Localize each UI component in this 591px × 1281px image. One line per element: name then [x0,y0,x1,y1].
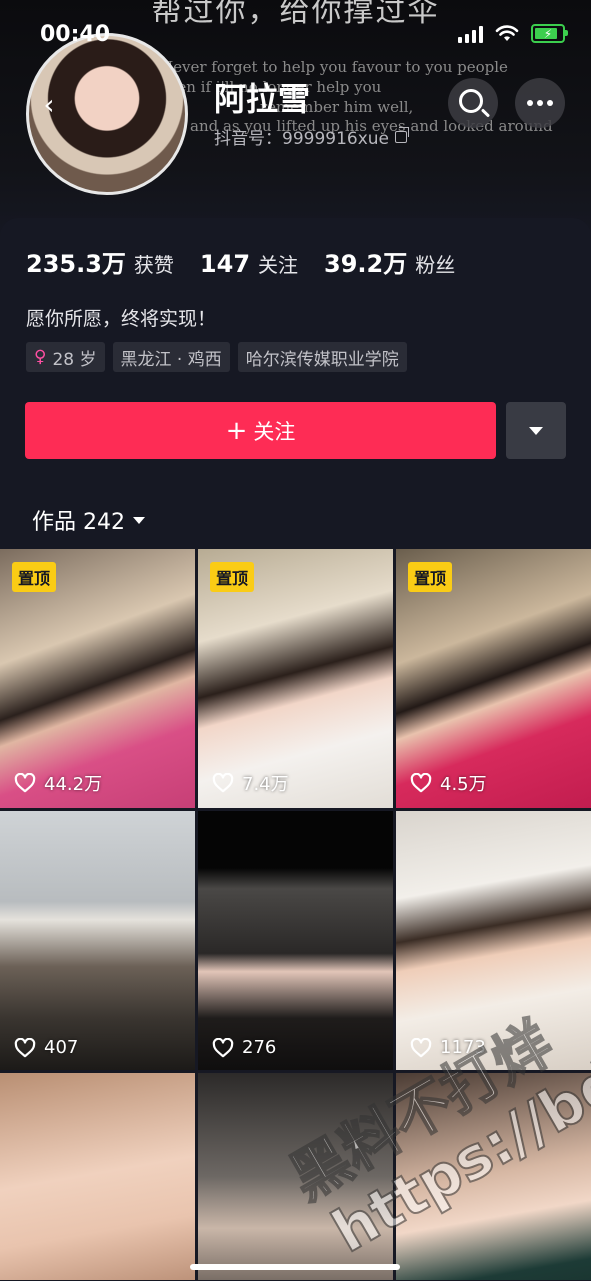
pinned-badge: 置顶 [210,562,255,592]
tag-text: 28 岁 [52,349,97,370]
stat-value: 235.3万 [26,250,126,278]
like-count-text: 1173 [440,1037,486,1058]
works-tab[interactable]: 作品 242 [32,504,145,536]
like-count: 407 [14,1037,78,1058]
video-thumbnail[interactable]: 置顶 44.2万 [0,549,195,808]
like-count: 44.2万 [14,770,102,796]
status-icons: ⚡ [458,24,568,43]
stat-likes: 235.3万 获赞 [26,244,174,279]
like-count-text: 7.4万 [242,774,289,795]
status-time: 00:40 [40,22,111,47]
back-button[interactable]: ‹ [34,86,64,122]
tag-school[interactable]: 哈尔滨传媒职业学院 [237,342,407,372]
like-count: 276 [212,1037,276,1058]
heart-icon [410,773,432,793]
works-label: 作品 242 [32,510,125,535]
stat-following[interactable]: 147 关注 [200,249,298,278]
tag-row: ♀ 28 岁 黑龙江 · 鸡西 哈尔滨传媒职业学院 [26,342,407,372]
pinned-badge: 置顶 [408,562,453,592]
heart-icon [212,1037,234,1057]
like-count-text: 276 [242,1037,277,1058]
video-thumbnail[interactable]: 置顶 4.5万 [396,549,591,808]
video-thumbnail[interactable]: 276 [198,811,393,1070]
more-button[interactable] [515,78,565,128]
pinned-badge: 置顶 [12,562,57,592]
like-count-text: 407 [44,1037,79,1058]
douyin-id[interactable]: 抖音号：9999916xue [214,124,410,149]
like-count: 4.5万 [410,770,487,796]
caret-down-icon [133,516,145,524]
battery-icon: ⚡ [531,24,568,43]
chevron-left-icon: ‹ [43,87,55,121]
heart-icon [14,1037,36,1057]
like-count-text: 4.5万 [440,774,487,795]
like-count: 1173 [410,1037,486,1058]
like-count: 7.4万 [212,770,289,796]
copy-icon[interactable] [395,126,410,143]
video-thumbnail[interactable]: 1173 [396,811,591,1070]
stat-label: 关注 [258,253,299,277]
video-thumbnail[interactable] [0,1073,195,1280]
tag-location: 黑龙江 · 鸡西 [112,342,230,372]
stat-followers[interactable]: 39.2万 粉丝 [324,244,455,279]
stat-value: 147 [199,250,251,278]
bio: 愿你所愿，终将实现！ [26,308,217,330]
stat-label: 获赞 [133,253,174,277]
wifi-icon [495,24,519,41]
video-thumbnail[interactable]: 407 [0,811,195,1070]
home-indicator[interactable] [190,1264,400,1270]
video-thumbnail[interactable]: 置顶 7.4万 [198,549,393,808]
more-icon [527,100,553,106]
video-thumbnail[interactable] [396,1073,591,1280]
tag-text: 黑龙江 · 鸡西 [120,349,222,370]
heart-icon [14,773,36,793]
stat-label: 粉丝 [415,253,456,277]
tag-age: ♀ 28 岁 [26,342,105,372]
recommend-dropdown-button[interactable] [506,402,566,459]
stat-value: 39.2万 [324,250,408,278]
signal-icon [458,25,483,43]
follow-label: 关注 [253,419,296,444]
female-icon: ♀ [34,347,47,367]
follow-button[interactable]: + 关注 [25,402,496,459]
video-grid: 置顶 44.2万 置顶 7.4万 置顶 4.5万 407 276 1173 [0,549,591,1280]
plus-icon: + [225,415,248,446]
tag-text: 哈尔滨传媒职业学院 [245,349,399,370]
douyin-id-text: 抖音号：9999916xue [214,129,390,149]
heart-icon [410,1037,432,1057]
video-thumbnail[interactable] [198,1073,393,1280]
stats-row: 235.3万 获赞 147 关注 39.2万 粉丝 [26,244,455,279]
caret-down-icon [529,426,543,435]
heart-icon [212,773,234,793]
nickname: 阿拉雪 [214,80,311,118]
search-button[interactable] [448,78,498,128]
search-icon [459,89,483,113]
like-count-text: 44.2万 [44,774,103,795]
